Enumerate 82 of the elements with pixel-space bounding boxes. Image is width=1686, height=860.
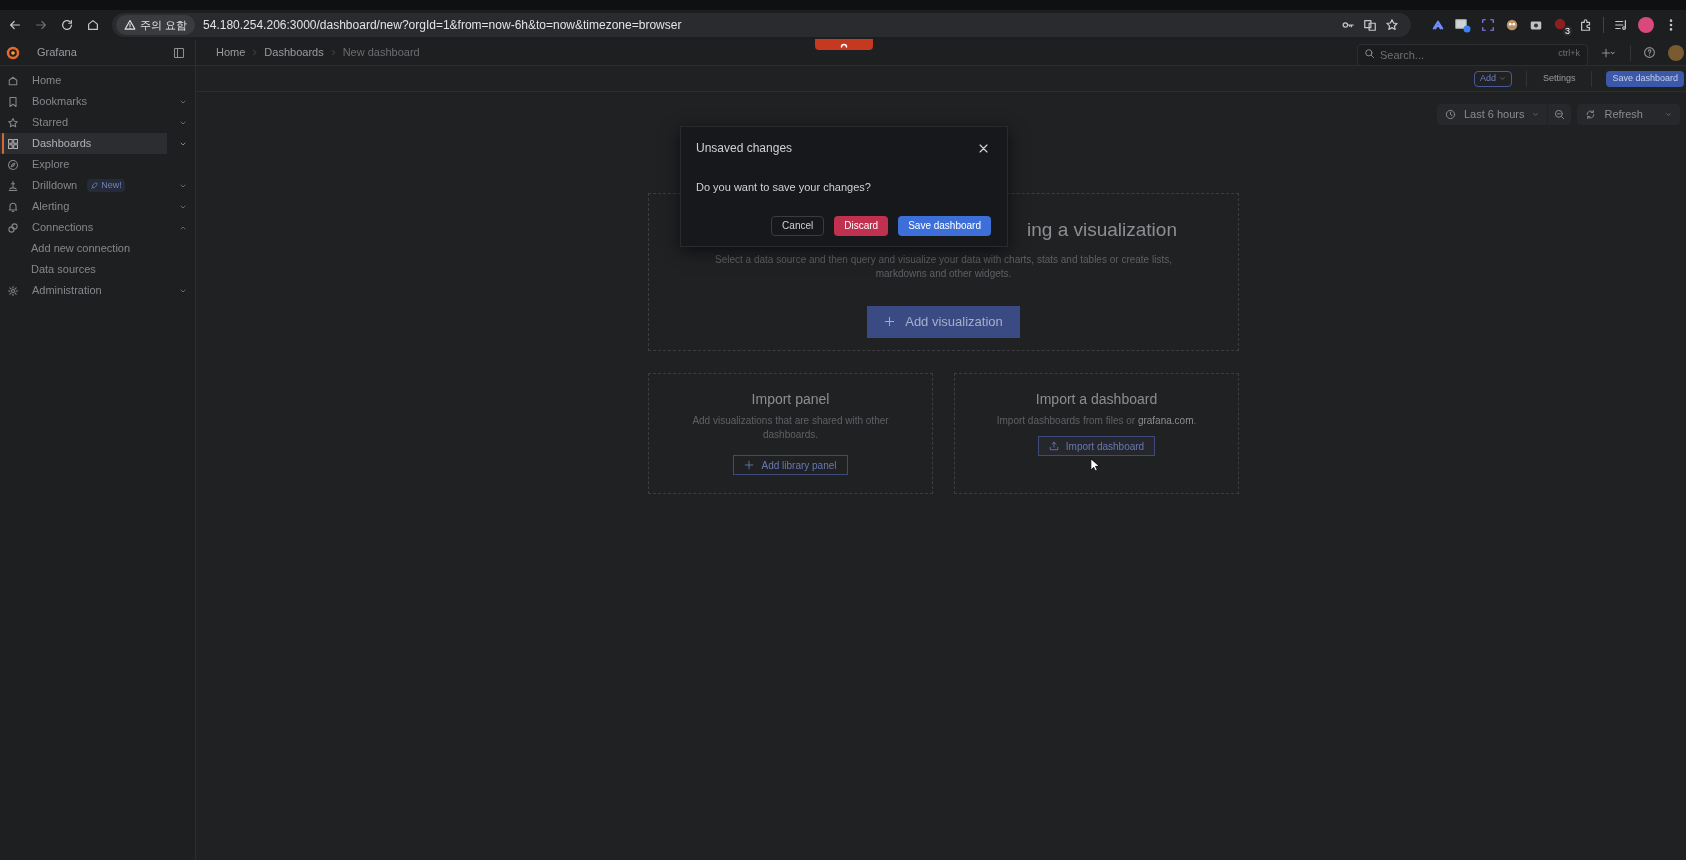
sidebar-subitem[interactable]: Add new connection (0, 238, 167, 259)
link-icon (7, 221, 19, 234)
sidebar-item[interactable]: Administration (0, 280, 167, 301)
empty-state-heading: ing a visualization (1027, 218, 1177, 242)
sidebar-subitem[interactable]: Data sources (0, 259, 167, 280)
user-avatar[interactable] (1668, 44, 1684, 61)
back-icon[interactable] (8, 18, 22, 32)
save-dashboard-button[interactable]: Save dashboard (898, 215, 991, 236)
refresh-icon (1585, 109, 1597, 120)
time-range-picker[interactable]: Last 6 hours (1436, 104, 1548, 125)
card-description: Add visualizations that are shared with other dashboards. (691, 414, 890, 442)
sidebar-item[interactable]: Connections (0, 217, 167, 238)
mouse-cursor-icon (1090, 458, 1100, 472)
translate-icon[interactable] (1363, 18, 1377, 32)
home-icon (7, 74, 19, 87)
breadcrumb-link[interactable]: Dashboards (264, 44, 324, 61)
sidebar-item[interactable]: Drilldown New! (0, 175, 167, 196)
brand-name: Grafana (37, 45, 78, 61)
refresh-button[interactable]: Refresh (1577, 104, 1680, 125)
plus-icon (744, 460, 755, 470)
chevron-right-icon (251, 49, 259, 56)
new-badge: New! (87, 179, 125, 192)
grid-icon (7, 137, 19, 150)
arc-extension-icon[interactable] (1431, 18, 1445, 32)
bookmark-star-icon[interactable] (1385, 18, 1399, 32)
card-title: Import panel (751, 390, 830, 409)
compass-icon (7, 158, 19, 171)
screen-capture-extension-icon[interactable] (1481, 18, 1495, 32)
sidebar-item[interactable]: Starred (0, 112, 167, 133)
dialog-message: Do you want to save your changes? (696, 180, 872, 195)
chevron-down-icon[interactable] (179, 182, 187, 190)
caret-icon (1532, 111, 1540, 118)
bell-icon (7, 200, 19, 213)
add-library-panel-button[interactable]: Add library panel (733, 455, 848, 475)
puzzle-extensions-icon[interactable] (1579, 18, 1593, 32)
zoom-out-icon (1554, 109, 1566, 120)
save-dashboard-button[interactable]: Save dashboard (1606, 70, 1684, 87)
sidebar-item[interactable]: Explore (0, 154, 167, 175)
upload-icon (1048, 441, 1059, 451)
sidebar-item[interactable]: Bookmarks (0, 91, 167, 112)
star-icon (7, 116, 19, 129)
extension-badge: 3 (1563, 26, 1572, 36)
home-icon[interactable] (86, 18, 100, 32)
chevron-down-icon[interactable] (179, 119, 187, 127)
reload-icon[interactable] (60, 18, 74, 32)
chevron-down-icon[interactable] (179, 287, 187, 295)
grafana-logo-icon[interactable] (5, 44, 21, 61)
search-icon (1364, 47, 1375, 59)
chevron-right-icon (329, 49, 337, 56)
add-visualization-button[interactable]: Add visualization (867, 305, 1020, 338)
cancel-button[interactable]: Cancel (771, 215, 825, 236)
settings-icon (7, 284, 19, 297)
profile-avatar[interactable] (1638, 17, 1654, 33)
caret-icon (1665, 111, 1672, 118)
warning-icon (124, 19, 136, 31)
url-text[interactable]: 54.180.254.206:3000/dashboard/new?orgId=1&from=now-6h&to=now&timezone=browser (203, 16, 1333, 34)
chevron-up-icon[interactable] (179, 224, 187, 232)
bookmark-icon (7, 95, 19, 108)
forward-icon[interactable] (34, 18, 48, 32)
caret-icon (1498, 75, 1506, 82)
settings-button[interactable]: Settings (1540, 70, 1578, 87)
zoom-out-button[interactable] (1548, 104, 1572, 125)
discard-button[interactable]: Discard (834, 215, 889, 236)
help-icon[interactable] (1643, 46, 1656, 59)
chevron-down-icon[interactable] (179, 98, 187, 106)
dialog-title: Unsaved changes (696, 140, 793, 157)
plus-icon (884, 316, 896, 327)
dock-menu-icon[interactable] (173, 46, 185, 59)
chevron-down-icon[interactable] (179, 203, 187, 211)
close-icon[interactable] (978, 142, 989, 154)
clock-icon (1444, 109, 1456, 120)
chevron-down-icon[interactable] (179, 140, 187, 148)
add-button[interactable]: Add (1473, 70, 1512, 87)
breadcrumb-link[interactable]: Home (216, 44, 246, 61)
security-warning-chip[interactable]: 주의 요함 (116, 15, 196, 35)
card-title: Import a dashboard (1035, 390, 1158, 409)
media-control-icon[interactable] (1614, 18, 1628, 32)
import-dashboard-button[interactable]: Import dashboard (1037, 436, 1156, 456)
sidebar-item[interactable]: Home (0, 70, 167, 91)
add-new-icon[interactable] (1600, 46, 1618, 59)
shortcut-hint: ctrl+k (1558, 46, 1580, 60)
sidebar-item[interactable]: Alerting (0, 196, 167, 217)
